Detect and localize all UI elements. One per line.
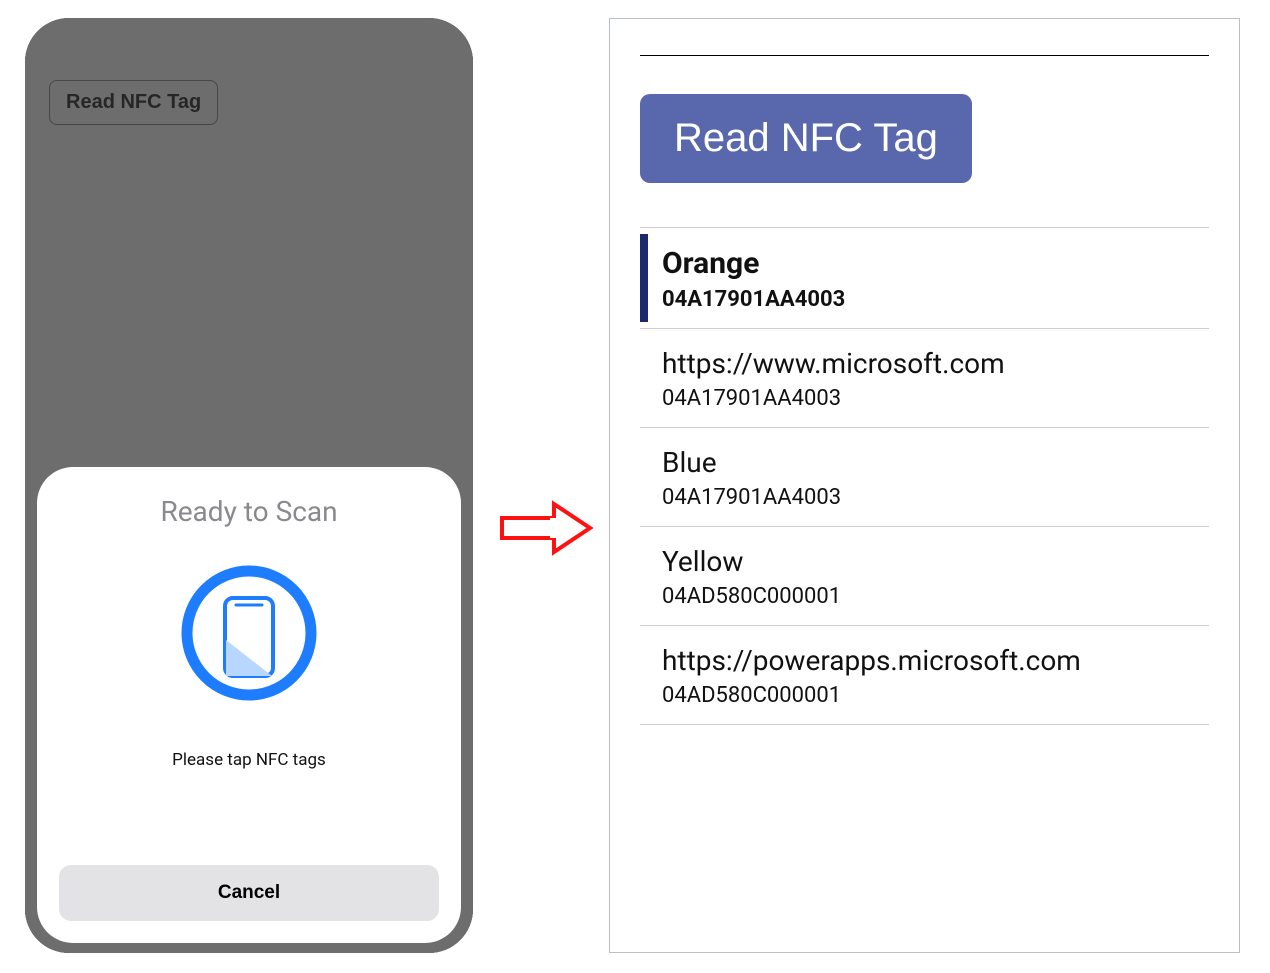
- list-item[interactable]: https://www.microsoft.com 04A17901AA4003: [640, 329, 1209, 428]
- list-item-subtitle: 04AD580C000001: [662, 683, 1209, 708]
- list-item[interactable]: https://powerapps.microsoft.com 04AD580C…: [640, 626, 1209, 725]
- list-item-subtitle: 04A17901AA4003: [662, 287, 1209, 312]
- list-item-subtitle: 04A17901AA4003: [662, 485, 1209, 510]
- divider: [640, 55, 1209, 56]
- scan-sheet: Ready to Scan Please tap NFC tags Cancel: [37, 467, 461, 943]
- arrow-right-icon: [498, 498, 594, 558]
- scan-subtitle: Please tap NFC tags: [172, 750, 326, 770]
- phone-frame: Read NFC Tag Ready to Scan Please tap NF…: [25, 18, 473, 953]
- cancel-button[interactable]: Cancel: [59, 865, 439, 921]
- nfc-results-list: Orange 04A17901AA4003 https://www.micros…: [640, 227, 1209, 725]
- list-item-subtitle: 04AD580C000001: [662, 584, 1209, 609]
- phone-screen: Read NFC Tag Ready to Scan Please tap NF…: [25, 18, 473, 953]
- list-item-subtitle: 04A17901AA4003: [662, 386, 1209, 411]
- read-nfc-button-background: Read NFC Tag: [49, 80, 218, 125]
- nfc-scan-icon: [174, 558, 324, 708]
- list-item-title: Blue: [662, 446, 1209, 479]
- list-item[interactable]: Orange 04A17901AA4003: [640, 227, 1209, 329]
- list-item-title: https://www.microsoft.com: [662, 347, 1209, 380]
- list-item-title: Orange: [662, 246, 1209, 281]
- scan-title: Ready to Scan: [160, 495, 337, 528]
- list-item-title: Yellow: [662, 545, 1209, 578]
- list-item[interactable]: Blue 04A17901AA4003: [640, 428, 1209, 527]
- result-panel: Read NFC Tag Orange 04A17901AA4003 https…: [609, 18, 1240, 953]
- list-item[interactable]: Yellow 04AD580C000001: [640, 527, 1209, 626]
- list-item-title: https://powerapps.microsoft.com: [662, 644, 1209, 677]
- read-nfc-button[interactable]: Read NFC Tag: [640, 94, 972, 183]
